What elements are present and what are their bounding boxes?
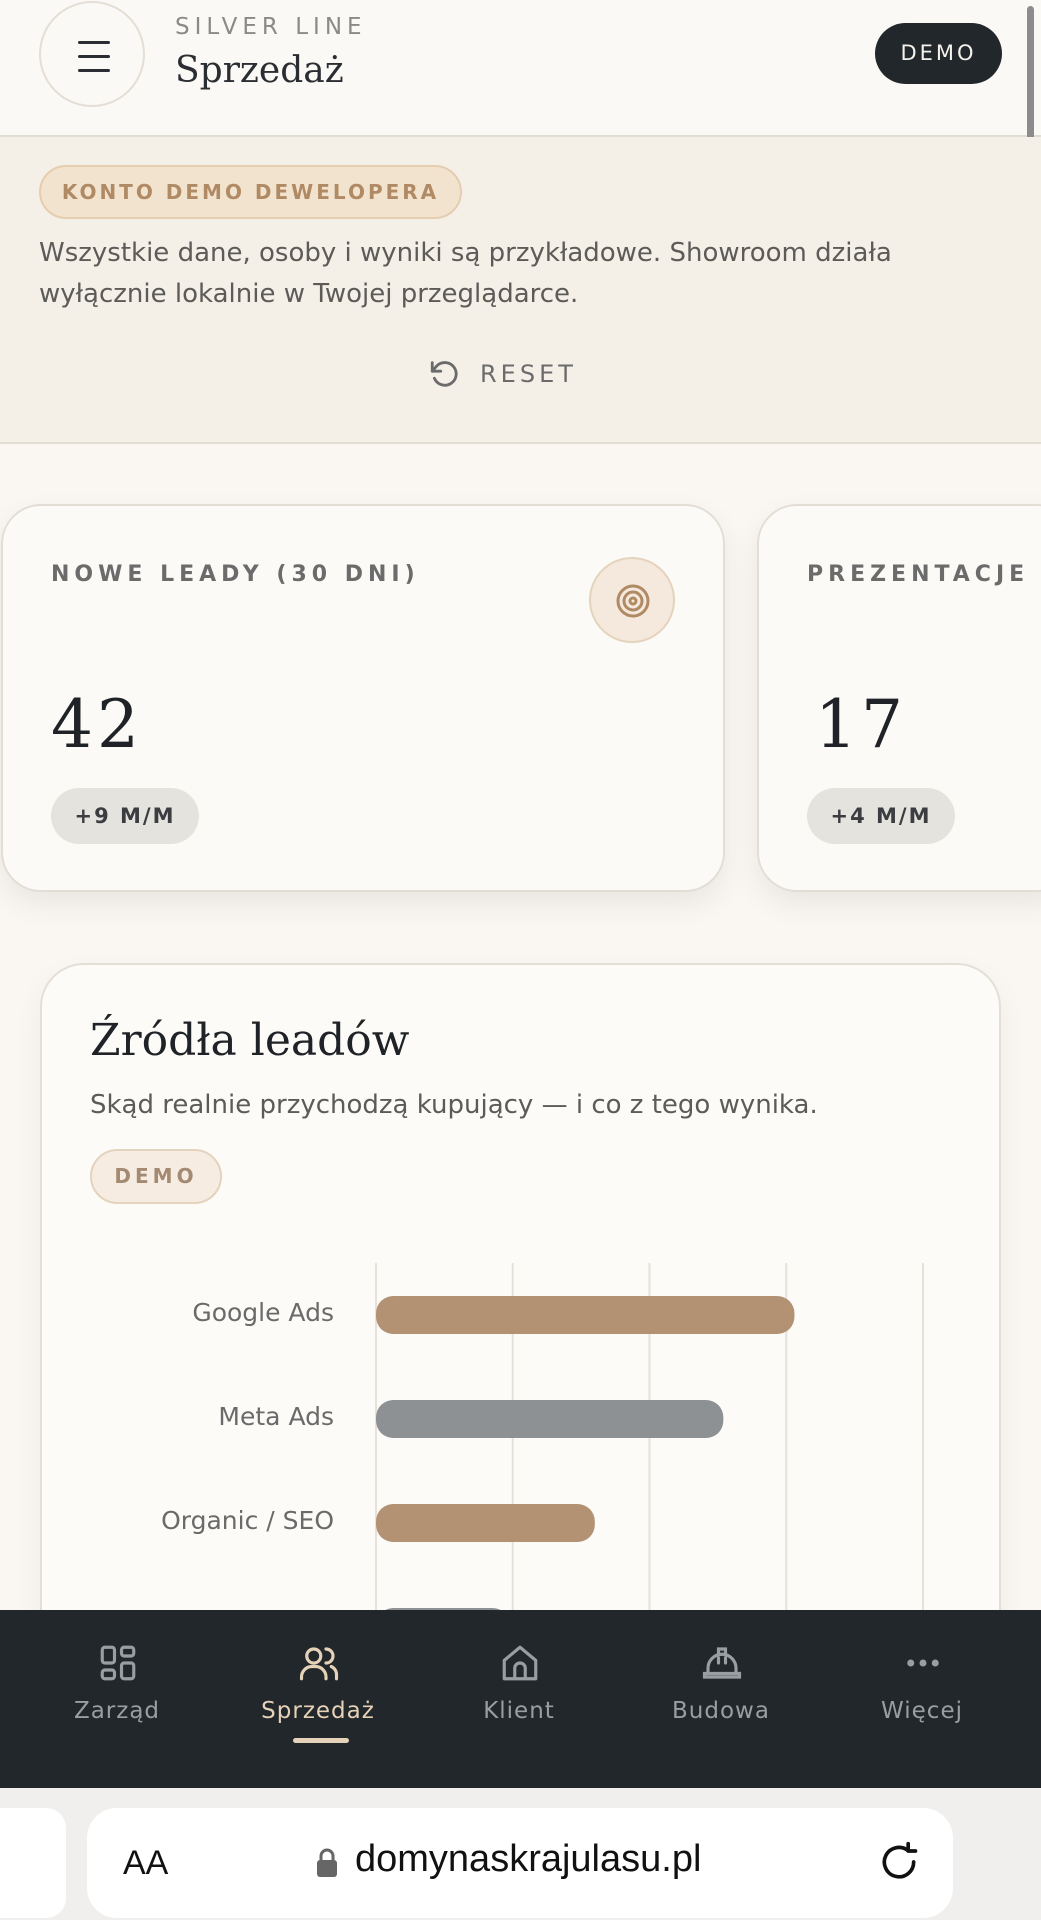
stat-delta-badge: +9 M/M [51,788,199,844]
active-indicator [293,1738,349,1743]
demo-notice: KONTO DEMO DEWELOPERA Wszystkie dane, os… [0,137,1041,444]
nav-label: Klient [483,1698,555,1724]
nav-label: Sprzedaż [261,1698,375,1724]
previous-tab[interactable] [0,1808,66,1918]
chart-bar [376,1504,595,1542]
reset-label: RESET [480,360,577,388]
home-icon [502,1645,538,1681]
menu-button[interactable] [39,1,145,107]
reset-button[interactable]: RESET [428,353,628,395]
target-icon [589,557,675,643]
demo-button[interactable]: DEMO [875,23,1002,84]
brand-name: SILVER LINE [175,14,367,40]
demo-account-badge: KONTO DEMO DEWELOPERA [39,165,462,219]
bottom-nav: Zarząd Sprzedaż Klient Budowa Więcej [0,1610,1041,1788]
stat-label: PREZENTACJE [807,562,1030,587]
nav-item-zarzad[interactable]: Zarząd [27,1610,207,1788]
page-title: Sprzedaż [175,50,344,91]
text-size-button[interactable]: AA [123,1844,168,1883]
stat-card-new-leads[interactable]: NOWE LEADY (30 DNI) 42 +9 M/M [1,504,725,892]
nav-label: Więcej [881,1698,963,1724]
chart-bar [376,1296,795,1334]
address-bar[interactable]: AA domynaskrajulasu.pl [87,1808,953,1918]
stat-value: 42 [51,686,143,763]
hard-hat-icon [702,1647,742,1679]
url-text: domynaskrajulasu.pl [355,1838,702,1880]
more-dots-icon [907,1659,939,1667]
chart-category-label: Meta Ads [218,1402,334,1431]
notice-text: Wszystkie dane, osoby i wyniki są przykł… [39,238,892,309]
nav-item-klient[interactable]: Klient [429,1610,609,1788]
lead-sources-card: Źródła leadów Skąd realnie przychodzą ku… [40,963,1001,1663]
chart-category-label: Organic / SEO [161,1506,334,1535]
nav-item-budowa[interactable]: Budowa [631,1610,811,1788]
nav-label: Budowa [672,1698,770,1724]
rotate-ccw-icon [430,361,458,387]
chart-category-label: Google Ads [192,1298,334,1327]
chart-bar [376,1400,724,1438]
stat-card-presentations[interactable]: PREZENTACJE 17 +4 M/M [757,504,1041,892]
hamburger-icon-bar [78,69,110,72]
app-header: SILVER LINE Sprzedaż DEMO [0,0,1041,137]
nav-item-wiecej[interactable]: Więcej [832,1610,1012,1788]
stat-label: NOWE LEADY (30 DNI) [51,562,420,587]
hamburger-icon [78,41,110,44]
nav-item-sprzedaz[interactable]: Sprzedaż [228,1610,408,1788]
nav-label: Zarząd [73,1698,161,1724]
browser-toolbar: AA domynaskrajulasu.pl [0,1788,1041,1920]
stat-delta-badge: +4 M/M [807,788,955,844]
stat-value: 17 [815,686,907,763]
hamburger-icon-bar [78,55,110,58]
users-icon [299,1647,339,1681]
dashboard-grid-icon [100,1645,136,1681]
reload-icon[interactable] [877,1840,921,1884]
lock-icon [317,1848,337,1877]
